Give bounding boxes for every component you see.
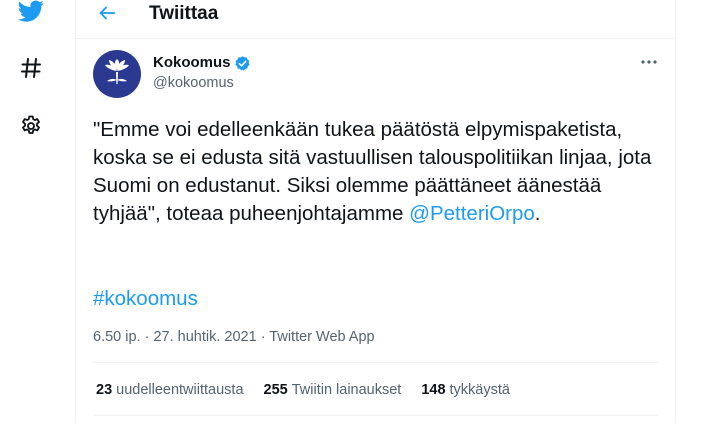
retweets-count: 23 <box>96 382 113 398</box>
more-options-button[interactable] <box>639 52 659 72</box>
page-title: Twiittaa <box>149 3 219 24</box>
author-handle[interactable]: @kokoomus <box>153 73 251 93</box>
arrow-left-icon <box>99 6 116 20</box>
likes-label: tykkäystä <box>449 382 510 398</box>
author-name-row[interactable]: Kokoomus <box>153 54 251 72</box>
divider <box>93 415 658 416</box>
tweet-text: "Emme voi edelleenkään tukea päätöstä el… <box>93 116 658 228</box>
hashtag-link[interactable]: #kokoomus <box>93 287 198 310</box>
divider <box>93 362 658 363</box>
gear-icon[interactable] <box>16 111 46 141</box>
back-button[interactable] <box>94 1 120 25</box>
twitter-bird-icon[interactable] <box>16 0 46 26</box>
tweet-time[interactable]: 6.50 ip. <box>93 329 141 345</box>
avatar[interactable] <box>93 50 141 98</box>
meta-separator: · <box>256 329 270 345</box>
main-column: Twiittaa Kokoomus @kokoomus "Emme voi ed… <box>75 0 676 423</box>
tweet-date[interactable]: 27. huhtik. 2021 <box>153 329 256 345</box>
more-dots-icon <box>641 60 657 64</box>
hashtag-line: #kokoomus <box>93 285 198 313</box>
likes-count: 148 <box>421 382 446 398</box>
author-name[interactable]: Kokoomus <box>153 54 231 72</box>
sidebar <box>0 0 76 423</box>
tweet-source[interactable]: Twitter Web App <box>269 329 374 345</box>
author-block: Kokoomus @kokoomus <box>153 54 251 93</box>
tweet-body: "Emme voi edelleenkään tukea päätöstä el… <box>93 118 652 225</box>
retweets-label: uudelleentwiittausta <box>116 382 244 398</box>
header: Twiittaa <box>76 0 675 39</box>
tweet-body-end: . <box>534 202 541 225</box>
quotes-label: Twiitin lainaukset <box>291 382 402 398</box>
likes-stat[interactable]: 148 tykkäystä <box>421 380 510 400</box>
mention-link[interactable]: @PetteriOrpo <box>409 202 535 225</box>
kokoomus-logo-icon <box>105 59 129 84</box>
hashtag-icon[interactable] <box>16 53 46 83</box>
verified-badge-icon <box>234 55 251 72</box>
quotes-count: 255 <box>263 382 288 398</box>
tweet-meta: 6.50 ip. · 27. huhtik. 2021 · Twitter We… <box>93 328 375 346</box>
retweets-stat[interactable]: 23 uudelleentwiittausta <box>96 380 244 400</box>
engagement-stats: 23 uudelleentwiittausta 255 Twiitin lainau… <box>96 380 530 400</box>
meta-separator: · <box>140 329 154 345</box>
quotes-stat[interactable]: 255 Twiitin lainaukset <box>264 380 402 400</box>
